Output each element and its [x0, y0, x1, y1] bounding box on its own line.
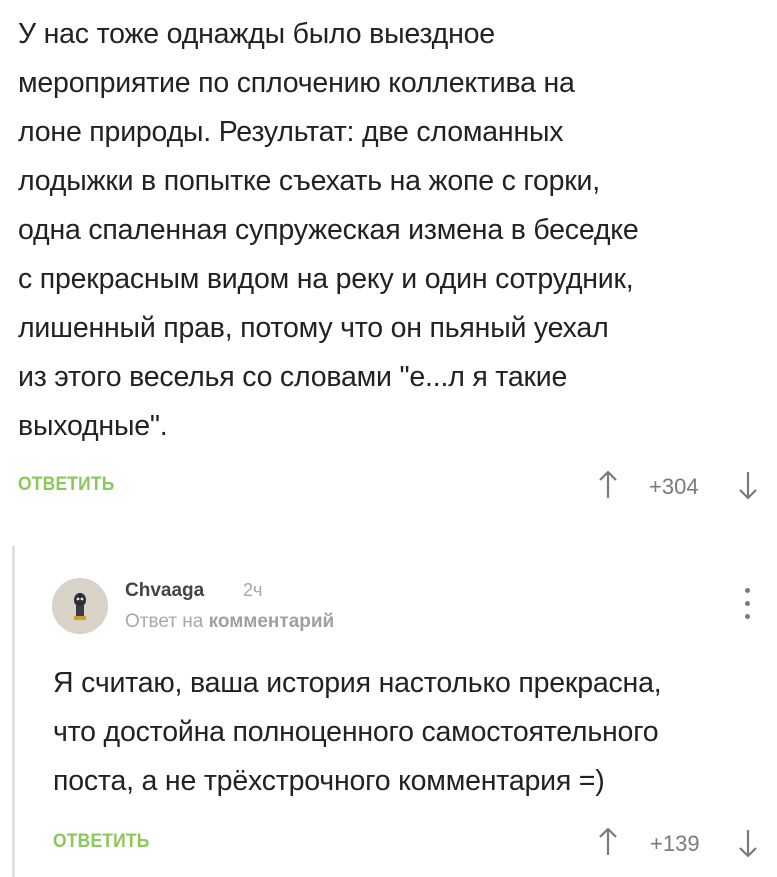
avatar-image	[52, 578, 108, 634]
thread-line	[12, 546, 15, 877]
arrow-up-icon[interactable]	[597, 827, 619, 857]
reply-button[interactable]: ОТВЕТИТЬ	[53, 831, 150, 853]
comment-time: 2ч	[243, 580, 263, 600]
reply-to-prefix: Ответ на	[125, 611, 204, 632]
arrow-up-icon[interactable]	[597, 470, 619, 500]
avatar[interactable]	[52, 578, 108, 634]
comment-text: У нас тоже однажды было выездное меропри…	[18, 18, 639, 442]
more-vertical-icon[interactable]	[740, 588, 754, 624]
reply-to-info: Ответ на комментарий	[125, 611, 334, 633]
username[interactable]: Chvaaga	[125, 580, 204, 602]
arrow-down-icon[interactable]	[737, 470, 759, 500]
reply-button[interactable]: ОТВЕТИТЬ	[18, 474, 115, 496]
vote-score: +139	[650, 831, 700, 856]
comment-text: Я считаю, ваша история настолько прекрас…	[53, 667, 662, 797]
vote-score: +304	[649, 474, 699, 499]
reply-to-link[interactable]: комментарий	[209, 611, 335, 632]
arrow-down-icon[interactable]	[737, 828, 759, 858]
